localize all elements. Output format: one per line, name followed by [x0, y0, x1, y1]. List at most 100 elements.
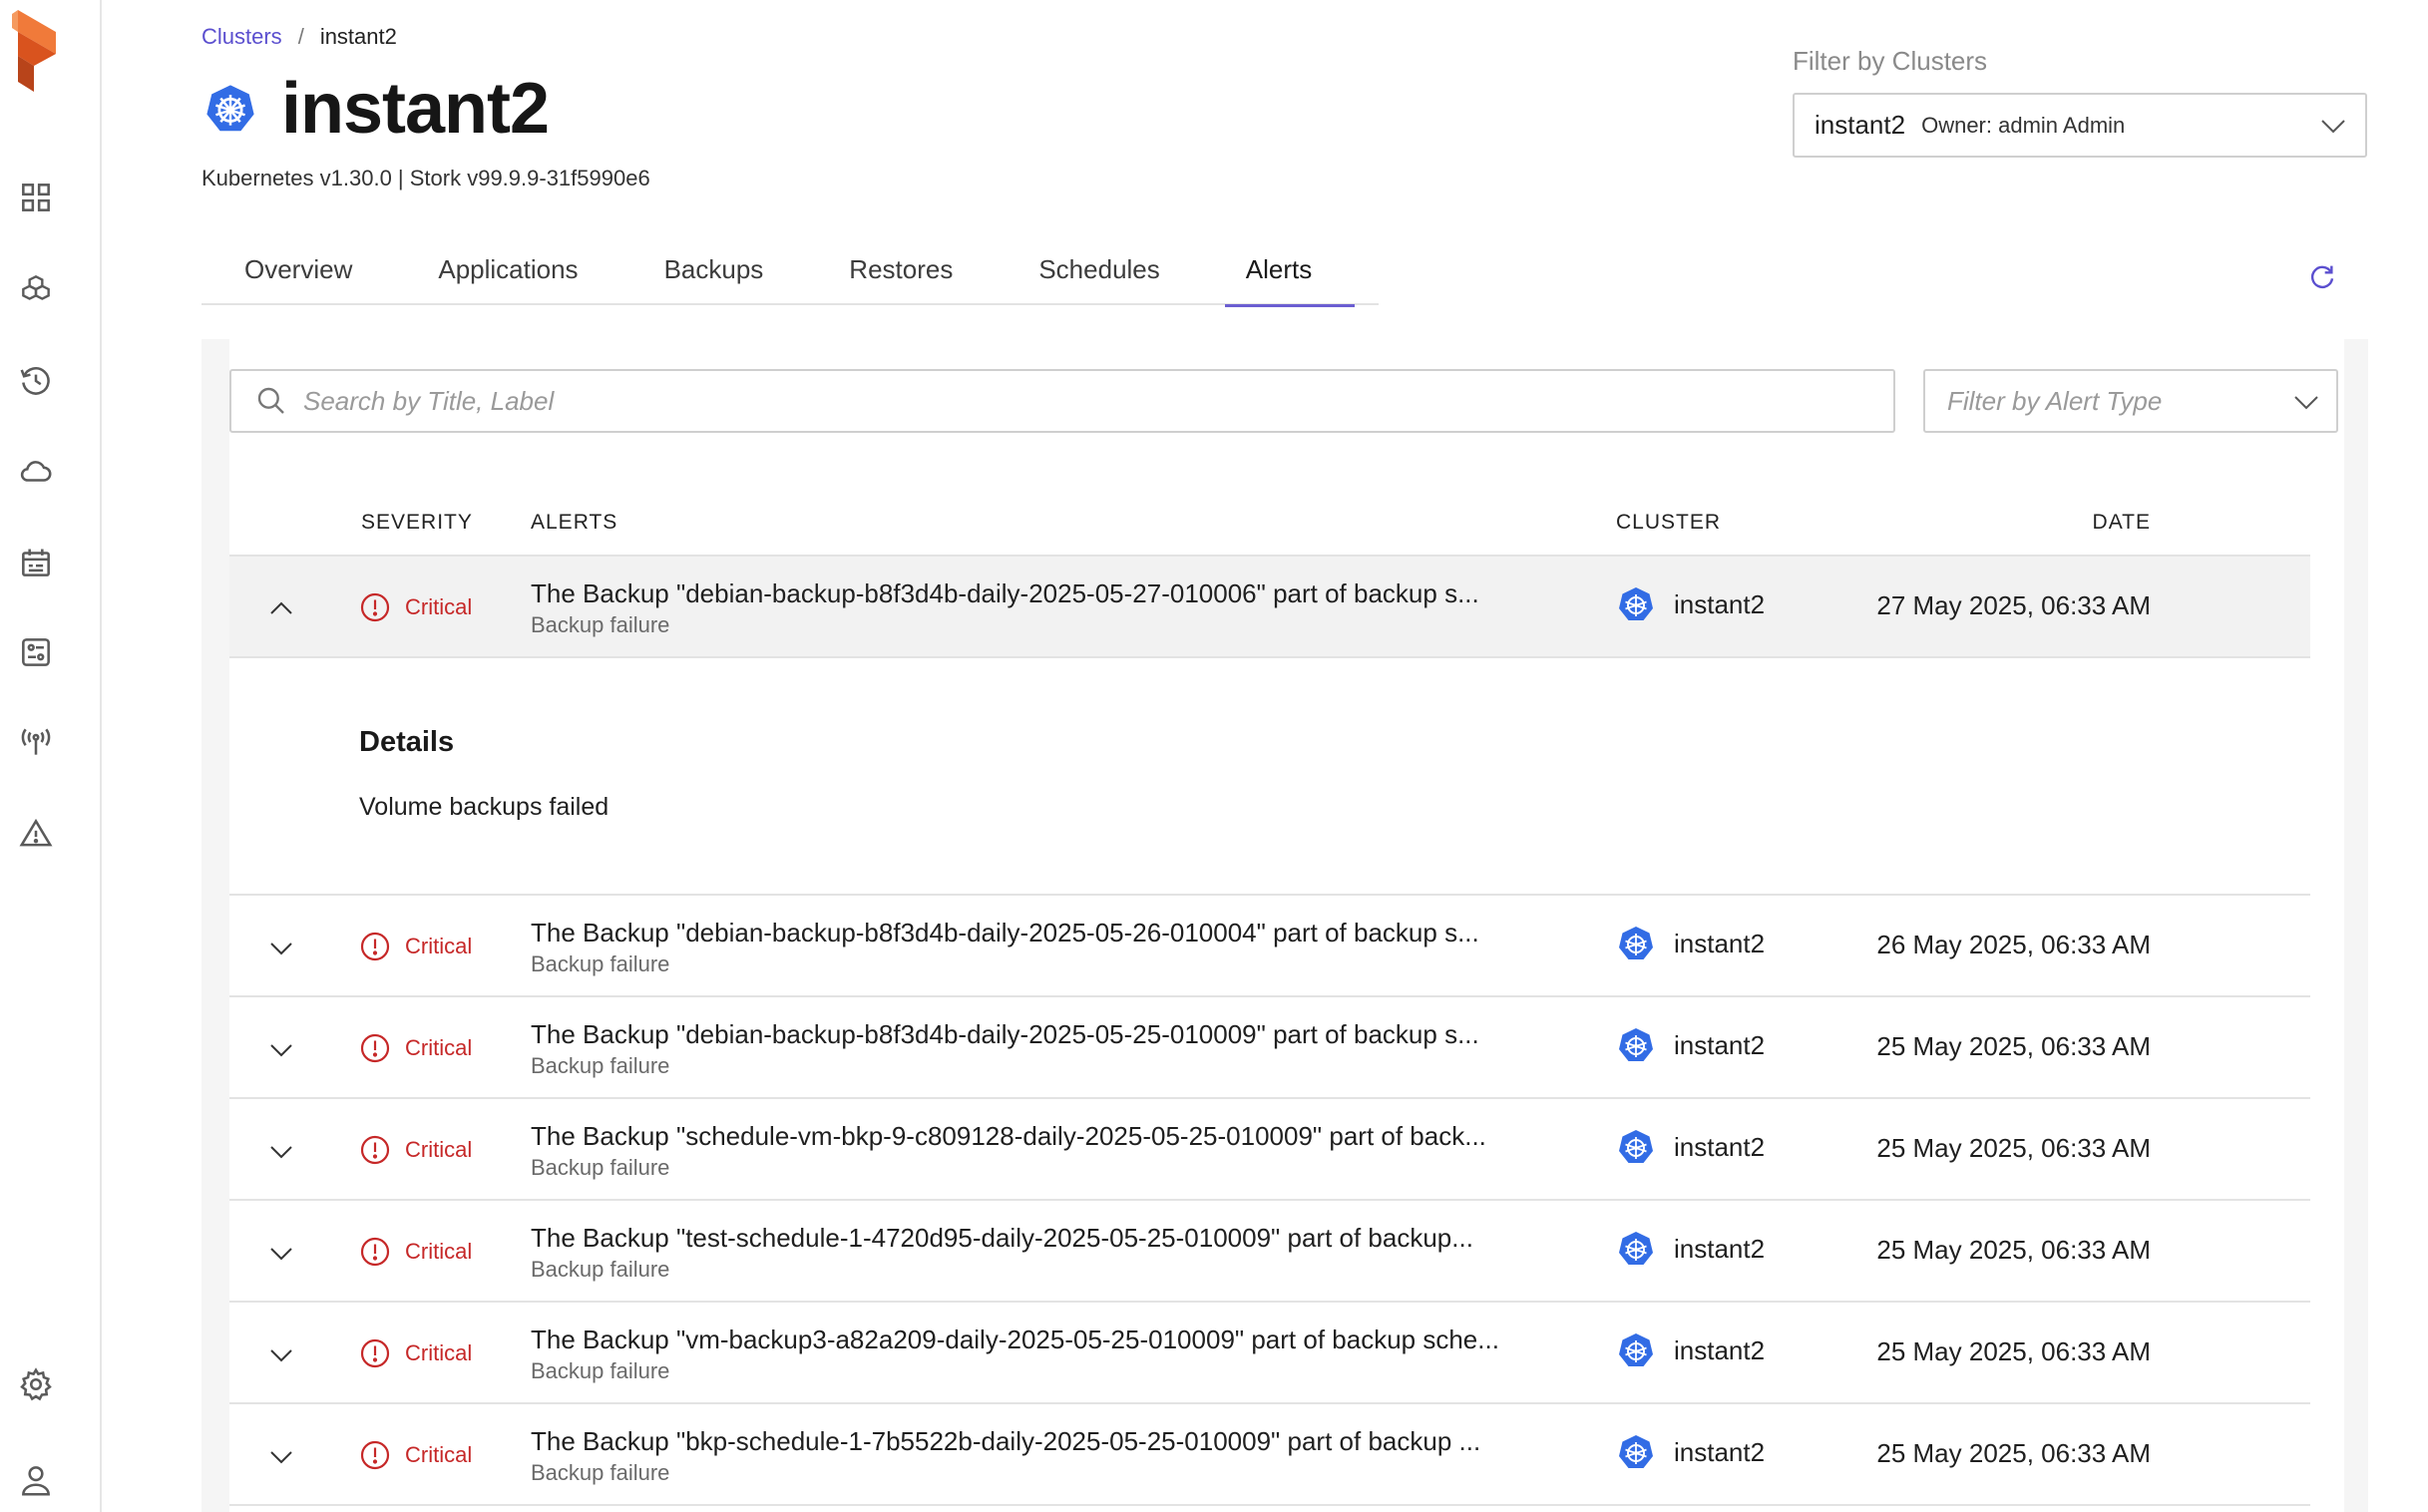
refresh-icon[interactable] — [2306, 261, 2338, 293]
alert-type: Backup failure — [531, 1460, 670, 1485]
kubernetes-icon — [1619, 1232, 1653, 1265]
rules-icon[interactable] — [14, 630, 58, 674]
dashboard-icon[interactable] — [14, 176, 58, 219]
tab-backups[interactable]: Backups — [621, 239, 807, 305]
chevron-down-icon[interactable] — [265, 1338, 297, 1370]
header-cluster[interactable]: CLUSTER — [1616, 511, 1721, 535]
severity-label: Critical — [405, 934, 473, 958]
cluster-name: instant2 — [1674, 1233, 1766, 1264]
breadcrumb-current: instant2 — [319, 24, 397, 49]
table-row[interactable]: Critical The Backup "debian-backup-b8f3d… — [229, 557, 2310, 658]
cluster-cell: instant2 — [1618, 926, 1765, 961]
cluster-name: instant2 — [1674, 1131, 1766, 1162]
alert-date: 25 May 2025, 06:33 AM — [1876, 1235, 2151, 1265]
user-icon[interactable] — [14, 1458, 58, 1502]
chevron-down-icon[interactable] — [265, 932, 297, 963]
app-logo[interactable] — [12, 10, 62, 92]
alert-date: 27 May 2025, 06:33 AM — [1876, 590, 2151, 620]
settings-icon[interactable] — [14, 1362, 58, 1406]
alert-title: The Backup "debian-backup-b8f3d4b-daily-… — [531, 1019, 1479, 1049]
calendar-icon[interactable] — [14, 541, 58, 584]
critical-icon — [360, 1135, 390, 1165]
severity-label: Critical — [405, 594, 473, 619]
severity-label: Critical — [405, 1239, 473, 1264]
breadcrumb-separator: / — [297, 24, 304, 49]
cloud-icon[interactable] — [14, 449, 58, 493]
alert-title: The Backup "schedule-vm-bkp-9-c809128-da… — [531, 1121, 1486, 1151]
kubernetes-icon — [1619, 1130, 1653, 1163]
tab-restores[interactable]: Restores — [806, 239, 996, 305]
search-input[interactable] — [303, 385, 1859, 417]
alert-type: Backup failure — [531, 1053, 670, 1078]
alert-title: The Backup "debian-backup-b8f3d4b-daily-… — [531, 918, 1479, 947]
tab-overview[interactable]: Overview — [202, 239, 395, 305]
table-row[interactable]: Critical The Backup "test-schedule-1-472… — [229, 1201, 2310, 1303]
alert-type: Backup failure — [531, 612, 670, 637]
chevron-down-icon[interactable] — [265, 1135, 297, 1167]
critical-icon — [360, 592, 390, 622]
cluster-cell: instant2 — [1618, 1231, 1765, 1267]
severity-cell: Critical — [359, 1439, 472, 1471]
applications-icon[interactable] — [14, 267, 58, 311]
severity-cell: Critical — [359, 1032, 472, 1064]
alert-type-placeholder: Filter by Alert Type — [1947, 385, 2163, 416]
chevron-up-icon[interactable] — [265, 592, 297, 624]
critical-icon — [360, 1237, 390, 1267]
chevron-down-icon[interactable] — [265, 1440, 297, 1472]
header-alerts[interactable]: ALERTS — [531, 511, 617, 535]
chevron-down-icon — [2294, 396, 2318, 410]
alert-date: 25 May 2025, 06:33 AM — [1876, 1031, 2151, 1061]
alert-date: 25 May 2025, 06:33 AM — [1876, 1133, 2151, 1163]
severity-cell: Critical — [359, 931, 472, 962]
table-row[interactable]: Critical The Backup "debian-backup-b8f3d… — [229, 896, 2310, 997]
alert-type-filter[interactable]: Filter by Alert Type — [1923, 369, 2338, 433]
alert-title: The Backup "vm-backup3-a82a209-daily-202… — [531, 1324, 1499, 1354]
tab-applications[interactable]: Applications — [395, 239, 620, 305]
cluster-name: instant2 — [1674, 1334, 1766, 1365]
table-row[interactable]: Critical The Backup "vm-backup3-a82a209-… — [229, 1303, 2310, 1404]
cluster-name: instant2 — [1674, 588, 1766, 619]
chevron-down-icon[interactable] — [265, 1033, 297, 1065]
cluster-cell: instant2 — [1618, 1434, 1765, 1470]
tab-schedules[interactable]: Schedules — [996, 239, 1202, 305]
header-date[interactable]: DATE — [2093, 511, 2151, 535]
breadcrumb-clusters-link[interactable]: Clusters — [202, 24, 282, 50]
search-icon — [257, 387, 284, 414]
header-severity[interactable]: SEVERITY — [361, 511, 473, 535]
selected-cluster-name: instant2 — [1815, 110, 1906, 140]
breadcrumb: Clusters / instant2 — [202, 24, 397, 50]
alerts-table: SEVERITY ALERTS CLUSTER DATE Critical Th… — [229, 499, 2310, 1506]
critical-icon — [360, 1033, 390, 1063]
cluster-filter-select[interactable]: instant2 Owner: admin Admin — [1793, 93, 2367, 158]
alert-date: 25 May 2025, 06:33 AM — [1876, 1336, 2151, 1366]
table-row[interactable]: Critical The Backup "bkp-schedule-1-7b55… — [229, 1404, 2310, 1506]
cluster-name: instant2 — [1674, 928, 1766, 958]
alerts-panel-body: Filter by Alert Type SEVERITY ALERTS CLU… — [229, 339, 2344, 1512]
cluster-filter-label: Filter by Clusters — [1793, 46, 1988, 76]
severity-label: Critical — [405, 1340, 473, 1365]
table-row[interactable]: Critical The Backup "debian-backup-b8f3d… — [229, 997, 2310, 1099]
severity-cell: Critical — [359, 591, 472, 623]
page-header: instant2 — [205, 64, 550, 154]
kubernetes-icon — [206, 85, 254, 132]
cluster-cell: instant2 — [1618, 1027, 1765, 1063]
history-icon[interactable] — [14, 359, 58, 403]
tab-bar: Overview Applications Backups Restores S… — [202, 239, 1379, 307]
alert-type: Backup failure — [531, 1155, 670, 1180]
severity-label: Critical — [405, 1137, 473, 1162]
tab-alerts[interactable]: Alerts — [1203, 239, 1356, 307]
alert-icon[interactable] — [14, 812, 58, 856]
kubernetes-icon — [1619, 927, 1653, 959]
alert-date: 26 May 2025, 06:33 AM — [1876, 930, 2151, 959]
cluster-cell: instant2 — [1618, 586, 1765, 622]
alert-date: 25 May 2025, 06:33 AM — [1876, 1438, 2151, 1468]
cluster-version: Kubernetes v1.30.0 | Stork v99.9.9-31f59… — [202, 166, 650, 190]
severity-label: Critical — [405, 1035, 473, 1060]
kubernetes-icon — [1619, 1028, 1653, 1061]
alert-title: The Backup "debian-backup-b8f3d4b-daily-… — [531, 578, 1479, 608]
alert-type: Backup failure — [531, 1257, 670, 1282]
alerts-panel: Filter by Alert Type SEVERITY ALERTS CLU… — [202, 339, 2368, 1512]
antenna-icon[interactable] — [14, 720, 58, 764]
chevron-down-icon[interactable] — [265, 1237, 297, 1269]
table-row[interactable]: Critical The Backup "schedule-vm-bkp-9-c… — [229, 1099, 2310, 1201]
